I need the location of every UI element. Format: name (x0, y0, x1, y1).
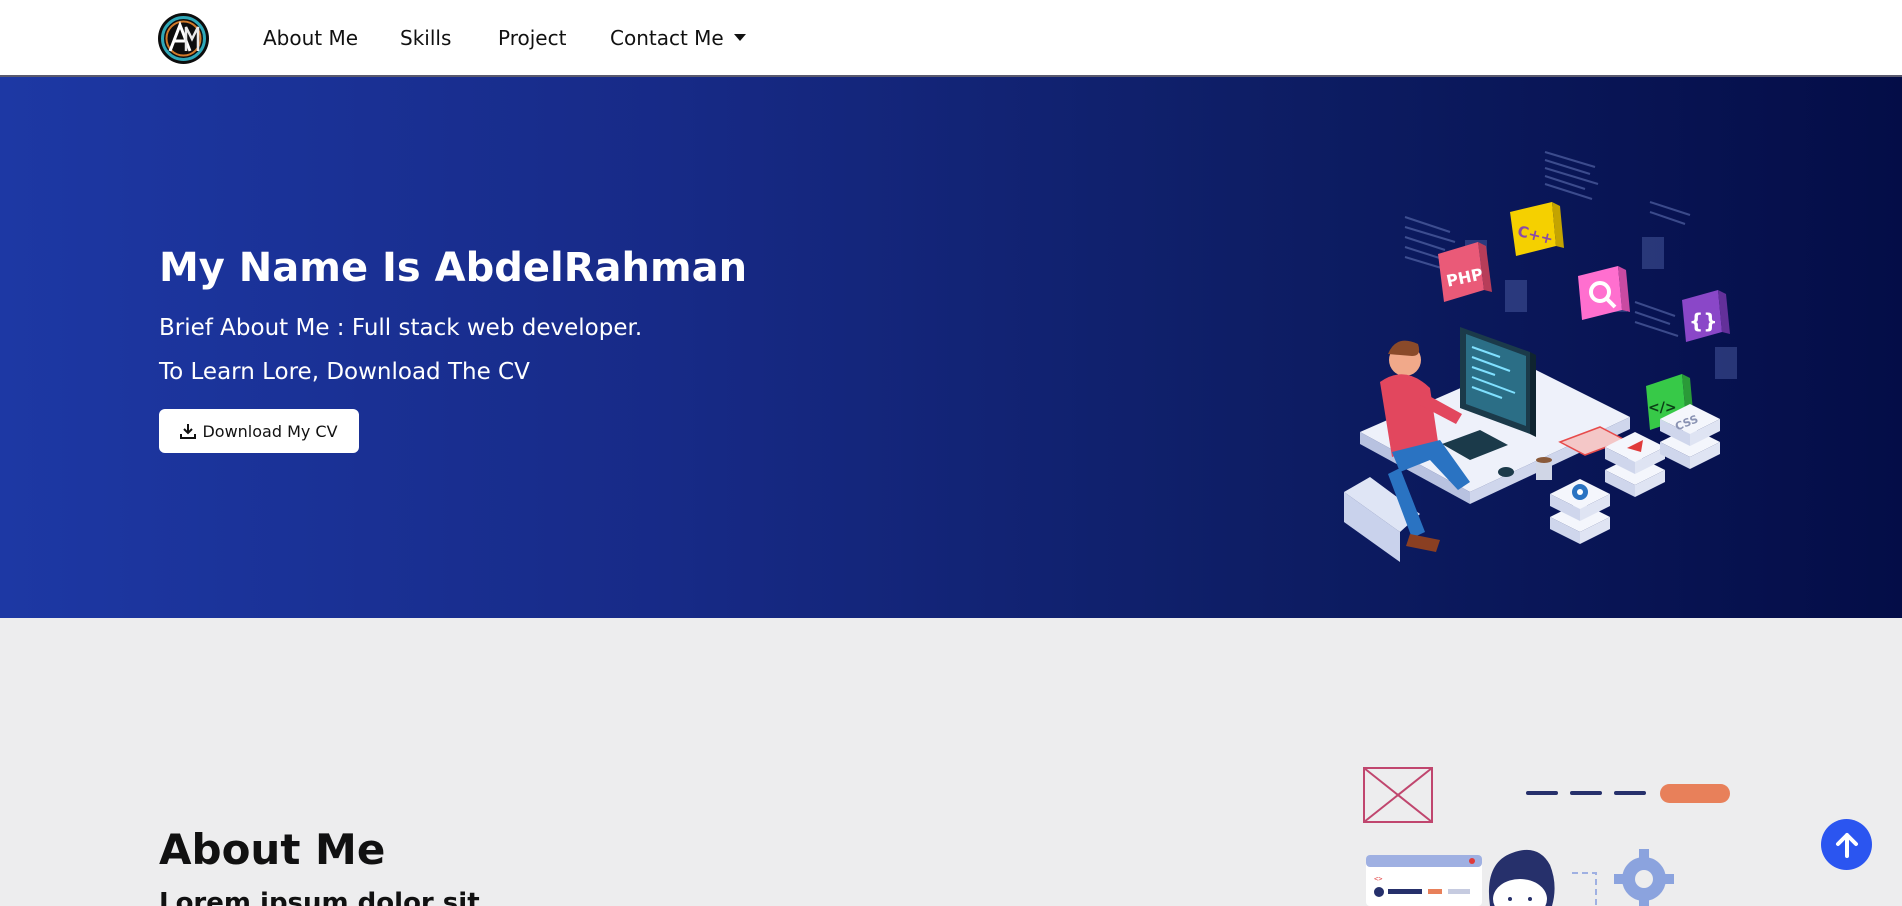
navbar: About Me Skills Project Contact Me (0, 0, 1902, 77)
download-icon (180, 424, 197, 439)
nav-link-skills[interactable]: Skills (400, 26, 451, 50)
about-illustration: <> (1363, 767, 1730, 906)
settings-block-icon (1550, 479, 1610, 544)
gear-icon (1614, 849, 1674, 906)
arrow-up-icon (1835, 832, 1858, 858)
about-title: About Me (159, 825, 386, 874)
svg-text:{}: {} (1689, 309, 1717, 333)
caret-down-icon (733, 34, 746, 41)
download-cv-button[interactable]: Download My CV (159, 409, 359, 453)
svg-text:<>: <> (1374, 875, 1382, 883)
scroll-to-top-button[interactable] (1821, 819, 1872, 870)
cplusplus-badge-icon: C++ (1510, 202, 1564, 256)
hero-cv-prompt: To Learn Lore, Download The CV (159, 359, 530, 385)
nav-dropdown-contact-me[interactable]: Contact Me (610, 26, 746, 50)
php-badge-icon: PHP (1438, 242, 1492, 302)
developer-illustration: PHP C++ {} </> CSS (1344, 151, 1737, 562)
nav-link-contact-me-label: Contact Me (610, 26, 724, 50)
about-subtitle: Lorem ipsum dolor sit (159, 888, 480, 906)
hero-title: My Name Is AbdelRahman (159, 245, 748, 291)
download-cv-label: Download My CV (202, 421, 338, 441)
nav-link-project[interactable]: Project (498, 26, 566, 50)
logo-icon[interactable] (158, 13, 209, 64)
hero-section: My Name Is AbdelRahman Brief About Me : … (0, 77, 1902, 618)
hero-brief: Brief About Me : Full stack web develope… (159, 315, 643, 341)
braces-badge-icon: {} (1682, 290, 1730, 342)
nav-link-about-me[interactable]: About Me (263, 26, 358, 50)
